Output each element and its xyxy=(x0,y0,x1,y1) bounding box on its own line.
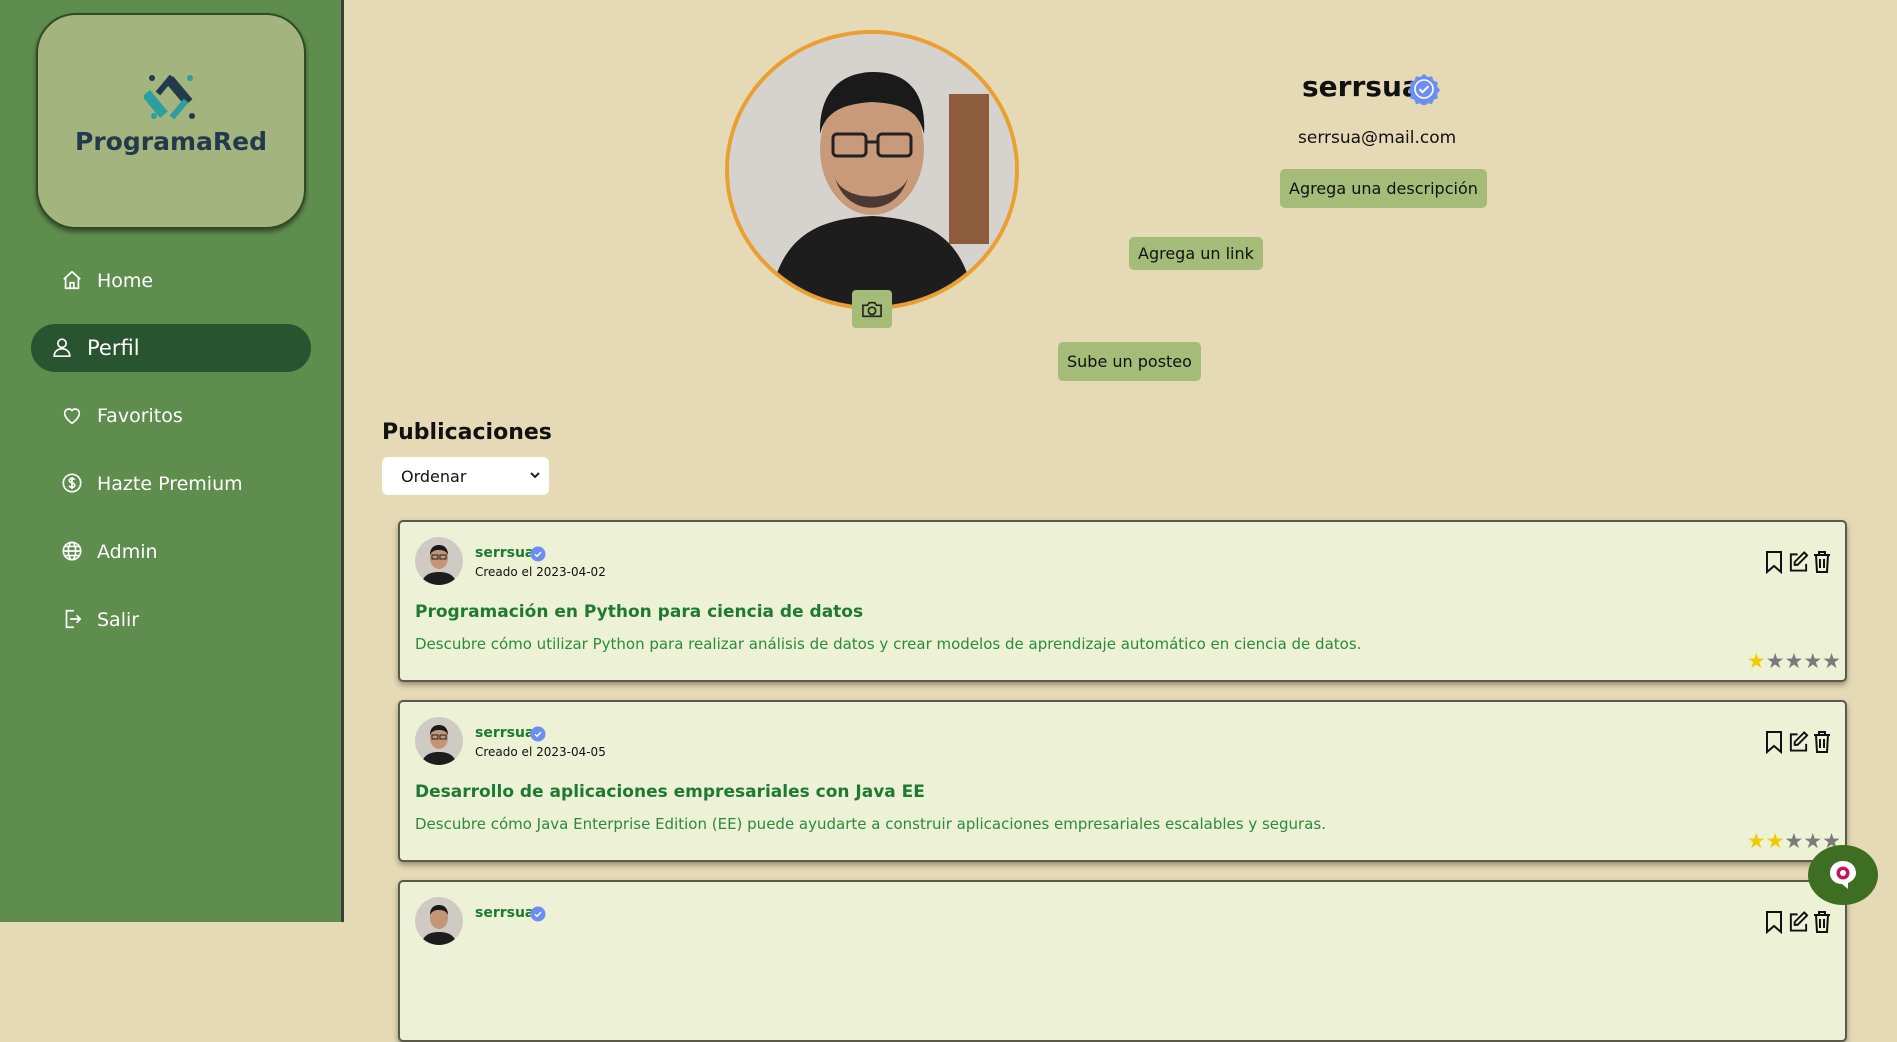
nav-label-perfil: Perfil xyxy=(87,336,140,360)
nav-item-admin[interactable]: Admin xyxy=(31,528,311,576)
star-icon[interactable]: ★ xyxy=(1747,651,1766,672)
post-rating[interactable]: ★ ★ ★ ★ ★ xyxy=(1747,651,1841,672)
bookmark-icon[interactable] xyxy=(1764,550,1785,574)
nav-item-favoritos[interactable]: Favoritos xyxy=(31,392,311,440)
post-description: Descubre cómo utilizar Python para reali… xyxy=(415,635,1362,653)
logout-icon xyxy=(61,608,85,632)
star-icon[interactable]: ★ xyxy=(1747,831,1766,852)
nav-item-perfil[interactable]: Perfil xyxy=(31,324,311,372)
avatar-photo xyxy=(729,34,1015,306)
nav-item-home[interactable]: Home xyxy=(31,257,311,305)
nav-label-premium: Hazte Premium xyxy=(97,473,243,495)
trash-icon[interactable] xyxy=(1812,550,1833,574)
upload-post-button[interactable]: Sube un posteo xyxy=(1058,342,1201,381)
chat-bot-icon xyxy=(1830,861,1856,889)
nav-label-home: Home xyxy=(97,270,154,292)
trash-icon[interactable] xyxy=(1812,730,1833,754)
star-icon[interactable]: ★ xyxy=(1766,831,1785,852)
globe-icon xyxy=(61,540,85,564)
verified-badge-icon xyxy=(530,726,546,742)
post-card[interactable]: serrsua xyxy=(398,880,1847,1042)
order-select-value: Ordenar xyxy=(401,466,467,486)
post-title[interactable]: Programación en Python para ciencia de d… xyxy=(415,602,863,622)
post-card[interactable]: serrsua Creado el 2023-04-02 Programació… xyxy=(398,520,1847,682)
star-icon[interactable]: ★ xyxy=(1822,651,1841,672)
change-photo-button[interactable] xyxy=(852,290,892,328)
nav-label-salir: Salir xyxy=(97,609,140,631)
post-author-avatar xyxy=(415,537,463,585)
logo-text: ProgramaRed xyxy=(75,127,267,156)
edit-icon[interactable] xyxy=(1788,550,1809,574)
chevron-down-icon xyxy=(530,472,540,479)
logo-card[interactable]: ProgramaRed xyxy=(36,13,306,229)
verified-badge-icon xyxy=(530,546,546,562)
post-author-name[interactable]: serrsua xyxy=(475,545,534,561)
chat-assistant-button[interactable] xyxy=(1808,845,1878,905)
nav-item-salir[interactable]: Salir xyxy=(31,596,311,644)
add-link-button[interactable]: Agrega un link xyxy=(1129,237,1263,270)
heart-icon xyxy=(61,404,85,428)
edit-icon[interactable] xyxy=(1788,730,1809,754)
profile-email: serrsua@mail.com xyxy=(1298,128,1457,148)
star-icon[interactable]: ★ xyxy=(1803,831,1822,852)
post-author-avatar xyxy=(415,897,463,945)
nav-item-premium[interactable]: Hazte Premium xyxy=(31,460,311,508)
post-author-name[interactable]: serrsua xyxy=(475,725,534,741)
add-description-button[interactable]: Agrega una descripción xyxy=(1280,169,1487,208)
trash-icon[interactable] xyxy=(1812,910,1833,934)
camera-icon xyxy=(862,301,882,318)
edit-icon[interactable] xyxy=(1788,910,1809,934)
sidebar: ProgramaRed Home Perfil Favoritos Hazte … xyxy=(0,0,344,922)
bookmark-icon[interactable] xyxy=(1764,730,1785,754)
post-author-avatar xyxy=(415,717,463,765)
logo-icon xyxy=(144,74,195,120)
profile-username: serrsua xyxy=(1302,70,1421,103)
post-card[interactable]: serrsua Creado el 2023-04-05 Desarrollo … xyxy=(398,700,1847,862)
verified-badge-icon xyxy=(1408,74,1440,105)
user-icon xyxy=(51,336,75,360)
post-author-name[interactable]: serrsua xyxy=(475,905,534,921)
publications-heading: Publicaciones xyxy=(382,420,552,445)
star-icon[interactable]: ★ xyxy=(1766,651,1785,672)
nav-label-admin: Admin xyxy=(97,541,158,563)
nav-label-favoritos: Favoritos xyxy=(97,405,183,427)
star-icon[interactable]: ★ xyxy=(1785,831,1804,852)
profile-avatar xyxy=(725,30,1019,310)
home-icon xyxy=(61,269,85,293)
post-title[interactable]: Desarrollo de aplicaciones empresariales… xyxy=(415,782,925,802)
post-description: Descubre cómo Java Enterprise Edition (E… xyxy=(415,815,1326,833)
star-icon[interactable]: ★ xyxy=(1785,651,1804,672)
post-date: Creado el 2023-04-05 xyxy=(475,745,606,759)
dollar-icon xyxy=(61,472,85,496)
bookmark-icon[interactable] xyxy=(1764,910,1785,934)
order-select[interactable]: Ordenar xyxy=(382,457,549,495)
post-date: Creado el 2023-04-02 xyxy=(475,565,606,579)
star-icon[interactable]: ★ xyxy=(1803,651,1822,672)
verified-badge-icon xyxy=(530,906,546,922)
